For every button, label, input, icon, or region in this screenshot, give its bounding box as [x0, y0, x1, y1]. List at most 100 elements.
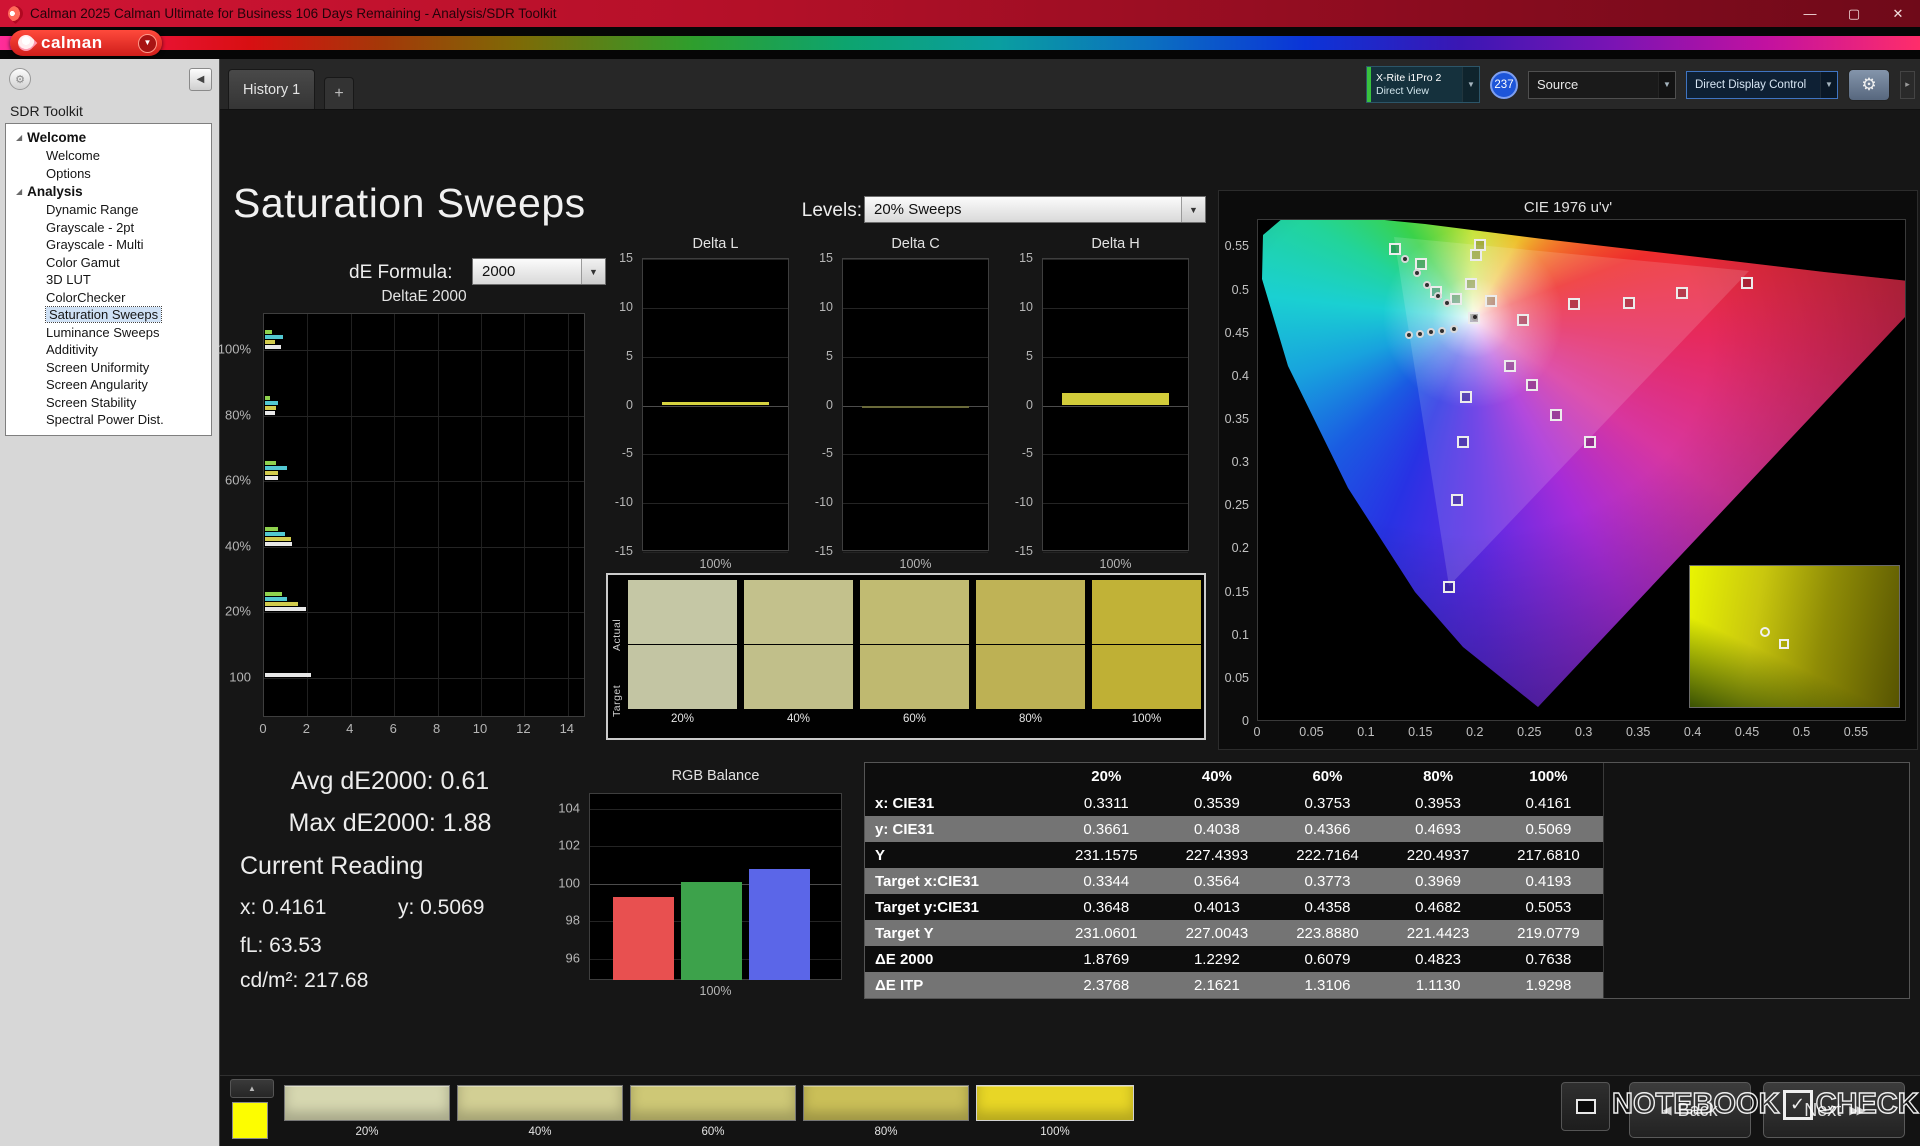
cell-value: 0.3773: [1272, 868, 1383, 894]
saturation-patch-100[interactable]: [976, 1085, 1134, 1121]
sidebar-item-luminance-sweeps[interactable]: Luminance Sweeps: [6, 324, 211, 342]
window-title: Calman 2025 Calman Ultimate for Business…: [30, 6, 1781, 21]
levels-dropdown[interactable]: 20% Sweeps ▼: [864, 196, 1206, 223]
target-swatch: [744, 645, 853, 709]
sidebar-item-additivity[interactable]: Additivity: [6, 341, 211, 359]
y-tick-label: 0.3: [1232, 455, 1249, 469]
sidebar-section-welcome[interactable]: ◢Welcome: [6, 128, 211, 147]
back-button[interactable]: ◀ Back: [1629, 1082, 1751, 1138]
target-marker: [1474, 239, 1486, 251]
gridline: [843, 357, 988, 358]
next-button[interactable]: Next ▶▶: [1763, 1082, 1905, 1138]
sidebar-item-options[interactable]: Options: [6, 165, 211, 183]
sidebar-item-grayscale-multi[interactable]: Grayscale - Multi: [6, 236, 211, 254]
sidebar-item-saturation-sweeps[interactable]: Saturation Sweeps: [6, 306, 211, 324]
sidebar-item-3d-lut[interactable]: 3D LUT: [6, 271, 211, 289]
gridline: [643, 357, 788, 358]
item-label: Screen Angularity: [46, 377, 148, 392]
y-axis-labels: 151050-5-10-15: [802, 258, 838, 551]
patch-label: 20%: [284, 1126, 450, 1141]
sidebar-item-spectral-power-dist[interactable]: Spectral Power Dist.: [6, 411, 211, 429]
results-table: 20%40%60%80%100%x: CIE310.33110.35390.37…: [865, 763, 1604, 998]
sidebar-collapse-button[interactable]: ◀: [189, 68, 212, 91]
saturation-patch-20[interactable]: [284, 1085, 450, 1121]
de-bar: [265, 406, 276, 410]
sidebar-section-analysis[interactable]: ◢Analysis: [6, 182, 211, 201]
patch-label: 100%: [976, 1126, 1134, 1141]
y-tick-label: 10: [619, 300, 633, 314]
table-row: x: CIE310.33110.35390.37530.39530.4161: [865, 790, 1604, 816]
measurement-count-badge[interactable]: 237: [1490, 71, 1518, 99]
cell-value: 223.8880: [1272, 920, 1383, 946]
column-header: 40%: [1162, 763, 1273, 790]
sidebar-item-grayscale-2pt[interactable]: Grayscale - 2pt: [6, 219, 211, 237]
saturation-patch-80[interactable]: [803, 1085, 969, 1121]
table-header-row: 20%40%60%80%100%: [865, 763, 1604, 790]
swatch-column-60: 60%: [860, 580, 969, 725]
chevron-up-icon: ▲: [248, 1084, 256, 1093]
source-selector[interactable]: Source ▼: [1528, 71, 1676, 99]
chart-title: DeltaE 2000: [263, 288, 585, 306]
display-control-selector[interactable]: Direct Display Control ▼: [1686, 71, 1838, 99]
target-marker: [1451, 494, 1463, 506]
patch-expand-button[interactable]: ▲: [230, 1079, 274, 1098]
calman-logo-button[interactable]: calman ▼: [10, 30, 162, 56]
sidebar-item-screen-angularity[interactable]: Screen Angularity: [6, 376, 211, 394]
de-formula-dropdown[interactable]: 2000 ▼: [472, 258, 606, 285]
logo-menu-button[interactable]: ▼: [138, 34, 157, 53]
panel-handle-button[interactable]: ▸: [1900, 71, 1915, 99]
plot-area: [1042, 258, 1189, 551]
saturation-patch-60[interactable]: [630, 1085, 796, 1121]
sidebar-item-screen-uniformity[interactable]: Screen Uniformity: [6, 359, 211, 377]
sidebar-item-screen-stability[interactable]: Screen Stability: [6, 394, 211, 412]
measurement-marker: [1427, 328, 1435, 336]
y-tick-label: -10: [1015, 495, 1033, 509]
x-tick-label: 0.5: [1793, 725, 1810, 739]
cell-value: 0.3564: [1162, 868, 1273, 894]
item-label: Welcome: [46, 148, 100, 163]
source-label: Source: [1529, 72, 1658, 98]
sidebar-item-welcome[interactable]: Welcome: [6, 147, 211, 165]
maximize-button[interactable]: ▢: [1832, 0, 1876, 27]
plot-area: [642, 258, 789, 551]
swatch-label: 80%: [976, 713, 1085, 725]
measurement-marker: [1413, 269, 1421, 277]
tree-expander-icon[interactable]: ◢: [16, 188, 22, 196]
row-label: x: CIE31: [865, 790, 1051, 816]
y-tick-label: 100%: [218, 342, 251, 357]
meter-selector[interactable]: X-Rite i1Pro 2 Direct View ▼: [1366, 66, 1480, 103]
y-tick-label: 96: [566, 950, 580, 965]
chevron-down-icon[interactable]: ▼: [1820, 72, 1837, 98]
saturation-patch-40[interactable]: [457, 1085, 623, 1121]
chevron-down-icon[interactable]: ▼: [1658, 72, 1675, 98]
actual-swatch: [976, 580, 1085, 644]
sidebar-item-dynamic-range[interactable]: Dynamic Range: [6, 201, 211, 219]
swatch-label: 60%: [860, 713, 969, 725]
chevron-down-icon[interactable]: ▼: [1181, 197, 1205, 222]
target-marker: [1623, 297, 1635, 309]
x-axis-label: 100%: [642, 557, 789, 571]
item-label: Dynamic Range: [46, 202, 139, 217]
settings-button[interactable]: ⚙: [1848, 69, 1890, 101]
row-label: Target Y: [865, 920, 1051, 946]
target-marker: [1779, 639, 1789, 649]
tree-expander-icon[interactable]: ◢: [16, 134, 22, 142]
add-tab-button[interactable]: +: [324, 77, 354, 109]
current-patch-swatch[interactable]: [232, 1102, 268, 1139]
sidebar-settings-button[interactable]: ⚙: [9, 68, 31, 90]
gridline: [1043, 259, 1188, 260]
tab-history-1[interactable]: History 1: [228, 69, 315, 109]
gridline: [438, 314, 439, 716]
y-tick-label: 15: [819, 251, 833, 265]
gridline: [643, 406, 788, 407]
close-button[interactable]: ✕: [1876, 0, 1920, 27]
minimize-button[interactable]: —: [1788, 0, 1832, 27]
measurement-marker: [1401, 255, 1409, 263]
sidebar-item-colorchecker[interactable]: ColorChecker: [6, 289, 211, 307]
table-row: ΔE ITP2.37682.16211.31061.11301.9298: [865, 972, 1604, 998]
x-axis-label: 100%: [842, 557, 989, 571]
sidebar-item-color-gamut[interactable]: Color Gamut: [6, 254, 211, 272]
patch-window-button[interactable]: [1561, 1082, 1610, 1131]
delta-l-chart: Delta L 151050-5-10-15 100%: [600, 236, 800, 576]
chevron-down-icon[interactable]: ▼: [1462, 67, 1479, 102]
